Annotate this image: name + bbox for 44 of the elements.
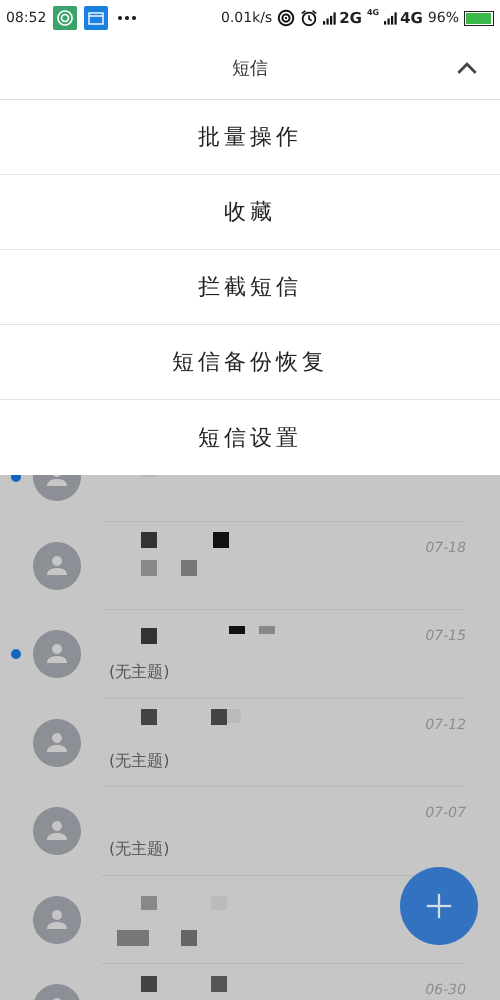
redaction-mark [141, 708, 157, 724]
redaction-mark [181, 930, 197, 946]
redaction-mark [229, 626, 245, 634]
message-date: 07-18 [425, 540, 466, 556]
message-subject: (无主题) [109, 662, 170, 683]
redaction-mark [259, 626, 275, 634]
redaction-mark [141, 896, 157, 910]
message-date: 06-30 [425, 982, 466, 998]
header-title: 短信 [232, 56, 268, 80]
hotspot-app-icon [53, 6, 78, 30]
redaction-mark [141, 532, 157, 548]
redaction-mark [141, 628, 157, 644]
message-subject: (无主题) [109, 839, 170, 860]
calendar-app-icon [84, 6, 108, 30]
battery-percent: 96% [428, 10, 459, 26]
plus-icon [425, 892, 453, 920]
avatar-icon[interactable] [33, 630, 81, 678]
avatar-icon[interactable] [33, 718, 81, 767]
redaction-mark [181, 560, 197, 576]
redaction-mark [211, 976, 227, 992]
avatar-icon[interactable] [33, 896, 81, 944]
battery-icon [464, 10, 494, 26]
network-speed: 0.01k/s [220, 10, 272, 26]
hotspot-icon [277, 9, 296, 27]
data-type: 4G [366, 8, 380, 17]
avatar-icon[interactable] [33, 807, 81, 856]
alarm-icon [300, 9, 318, 27]
message-date: 07-12 [425, 716, 466, 732]
redaction-mark [211, 708, 227, 724]
redaction-mark [141, 976, 157, 992]
signal-icon [384, 12, 398, 24]
network-type: 2G [339, 9, 362, 27]
redaction-mark [227, 708, 241, 722]
avatar-icon[interactable] [33, 542, 81, 590]
clock: 08:52 [6, 10, 46, 26]
signal-icon [323, 12, 338, 24]
redaction-mark [117, 930, 149, 946]
message-date: 07-15 [425, 628, 466, 644]
more-icon [117, 15, 138, 21]
redaction-mark [141, 560, 157, 576]
message-date: 07-07 [425, 805, 466, 821]
message-subject: (无主题) [109, 750, 170, 772]
redaction-mark [213, 532, 229, 548]
network-type: 4G [400, 9, 423, 27]
